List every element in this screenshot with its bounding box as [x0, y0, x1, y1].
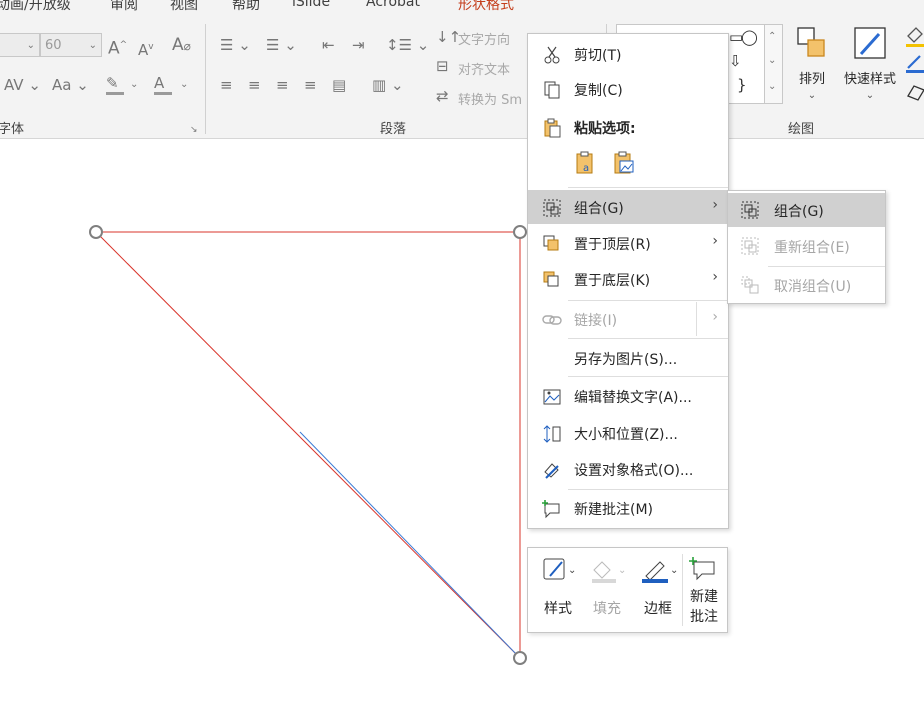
submenu-label: 组合(G): [774, 204, 824, 220]
bring-to-front-icon: [543, 235, 559, 251]
mini-toolbar: ⌄ 样式 ⌄ 填充 ⌄ 边框 新建 批注: [527, 547, 728, 633]
svg-text:⌄: ⌄: [618, 565, 626, 576]
group-icon: [741, 201, 759, 219]
menu-label: 链接(I): [574, 313, 618, 329]
submenu-item-ungroup[interactable]: 取消组合(U): [728, 268, 885, 302]
resize-handle[interactable]: [513, 225, 527, 239]
submenu-item-regroup[interactable]: 重新组合(E): [728, 229, 885, 263]
triangle-hypotenuse[interactable]: [95, 231, 521, 659]
menu-item-link[interactable]: 链接(I) ›: [528, 302, 728, 336]
paste-as-picture-icon[interactable]: [612, 151, 636, 175]
menu-label: 置于底层(K): [574, 273, 651, 289]
menu-item-send-to-back[interactable]: 置于底层(K) ›: [528, 262, 728, 296]
clipboard-icon: [544, 118, 561, 138]
menu-separator: [568, 300, 728, 301]
menu-item-group[interactable]: 组合(G) ›: [528, 190, 728, 224]
menu-separator: [568, 338, 728, 339]
ungroup-icon: [741, 276, 759, 294]
menu-item-copy[interactable]: 复制(C): [528, 72, 728, 106]
format-shape-icon: [544, 463, 559, 479]
slide-canvas: [89, 225, 527, 665]
menu-label: 设置对象格式(O)...: [574, 463, 694, 479]
menu-item-edit-alt-text[interactable]: 编辑替换文字(A)...: [528, 379, 728, 413]
new-comment-icon: [689, 557, 715, 581]
new-comment-icon: [542, 500, 560, 519]
menu-separator: [568, 187, 728, 188]
group-icon: [543, 199, 561, 217]
menu-item-format-object[interactable]: 设置对象格式(O)...: [528, 452, 728, 486]
send-to-back-icon: [543, 271, 559, 287]
chevron-right-icon: ›: [712, 309, 718, 325]
style-label: 样式: [544, 601, 572, 617]
outline-button[interactable]: ⌄ 边框: [636, 556, 680, 626]
resize-handle[interactable]: [513, 651, 527, 665]
fill-bucket-icon: ⌄: [592, 561, 626, 583]
group-submenu: 组合(G) 重新组合(E) 取消组合(U): [727, 190, 886, 304]
menu-item-cut[interactable]: 剪切(T): [528, 37, 728, 71]
menu-label: 大小和位置(Z)...: [574, 427, 678, 443]
context-menu: 剪切(T) 复制(C) 粘贴选项: a 组合(G) › 置于顶层(R) › 置于…: [527, 33, 729, 529]
divider: [682, 554, 683, 626]
menu-separator: [568, 376, 728, 377]
menu-item-save-as-picture[interactable]: 另存为图片(S)...: [528, 341, 728, 375]
outline-label: 边框: [644, 601, 672, 617]
menu-separator: [768, 266, 885, 267]
fill-label: 填充: [593, 601, 621, 617]
alt-text-icon: [543, 389, 561, 405]
menu-label: 新建批注(M): [574, 502, 654, 518]
svg-text:⌄: ⌄: [568, 565, 576, 576]
new-comment-button[interactable]: 新建 批注: [684, 556, 724, 630]
menu-label: 剪切(T): [574, 48, 622, 64]
menu-label: 置于顶层(R): [574, 237, 651, 253]
menu-label: 另存为图片(S)...: [574, 352, 678, 368]
new-comment-label-2: 批注: [690, 609, 718, 625]
link-icon: [542, 315, 562, 325]
svg-text:a: a: [583, 163, 589, 174]
submenu-label: 取消组合(U): [774, 279, 852, 295]
copy-icon: [544, 81, 560, 99]
menu-label: 复制(C): [574, 83, 623, 99]
menu-item-new-comment[interactable]: 新建批注(M): [528, 491, 728, 525]
menu-separator: [696, 302, 697, 336]
submenu-item-group[interactable]: 组合(G): [728, 193, 885, 227]
menu-separator: [568, 489, 728, 490]
menu-item-size-position[interactable]: 大小和位置(Z)...: [528, 416, 728, 450]
outline-pen-icon: ⌄: [642, 561, 678, 583]
resize-handle[interactable]: [89, 225, 103, 239]
submenu-label: 重新组合(E): [774, 240, 850, 256]
style-button[interactable]: ⌄ 样式: [538, 556, 578, 626]
chevron-right-icon: ›: [712, 233, 718, 249]
scissors-icon: [544, 46, 560, 64]
menu-item-paste-options: 粘贴选项:: [528, 110, 728, 144]
style-icon: ⌄: [543, 558, 576, 580]
blue-line-segment[interactable]: [299, 431, 521, 659]
paste-options-label: 粘贴选项:: [574, 121, 636, 137]
new-comment-label-1: 新建: [690, 589, 718, 605]
fill-button[interactable]: ⌄ 填充: [586, 556, 628, 626]
menu-label: 组合(G): [574, 201, 624, 217]
chevron-right-icon: ›: [712, 269, 718, 285]
chevron-right-icon: ›: [712, 197, 718, 213]
menu-label: 编辑替换文字(A)...: [574, 390, 692, 406]
regroup-icon: [741, 237, 759, 255]
size-position-icon: [543, 425, 561, 443]
menu-item-bring-to-front[interactable]: 置于顶层(R) ›: [528, 226, 728, 260]
svg-text:⌄: ⌄: [670, 565, 678, 576]
paste-keep-source-icon[interactable]: a: [574, 151, 598, 175]
